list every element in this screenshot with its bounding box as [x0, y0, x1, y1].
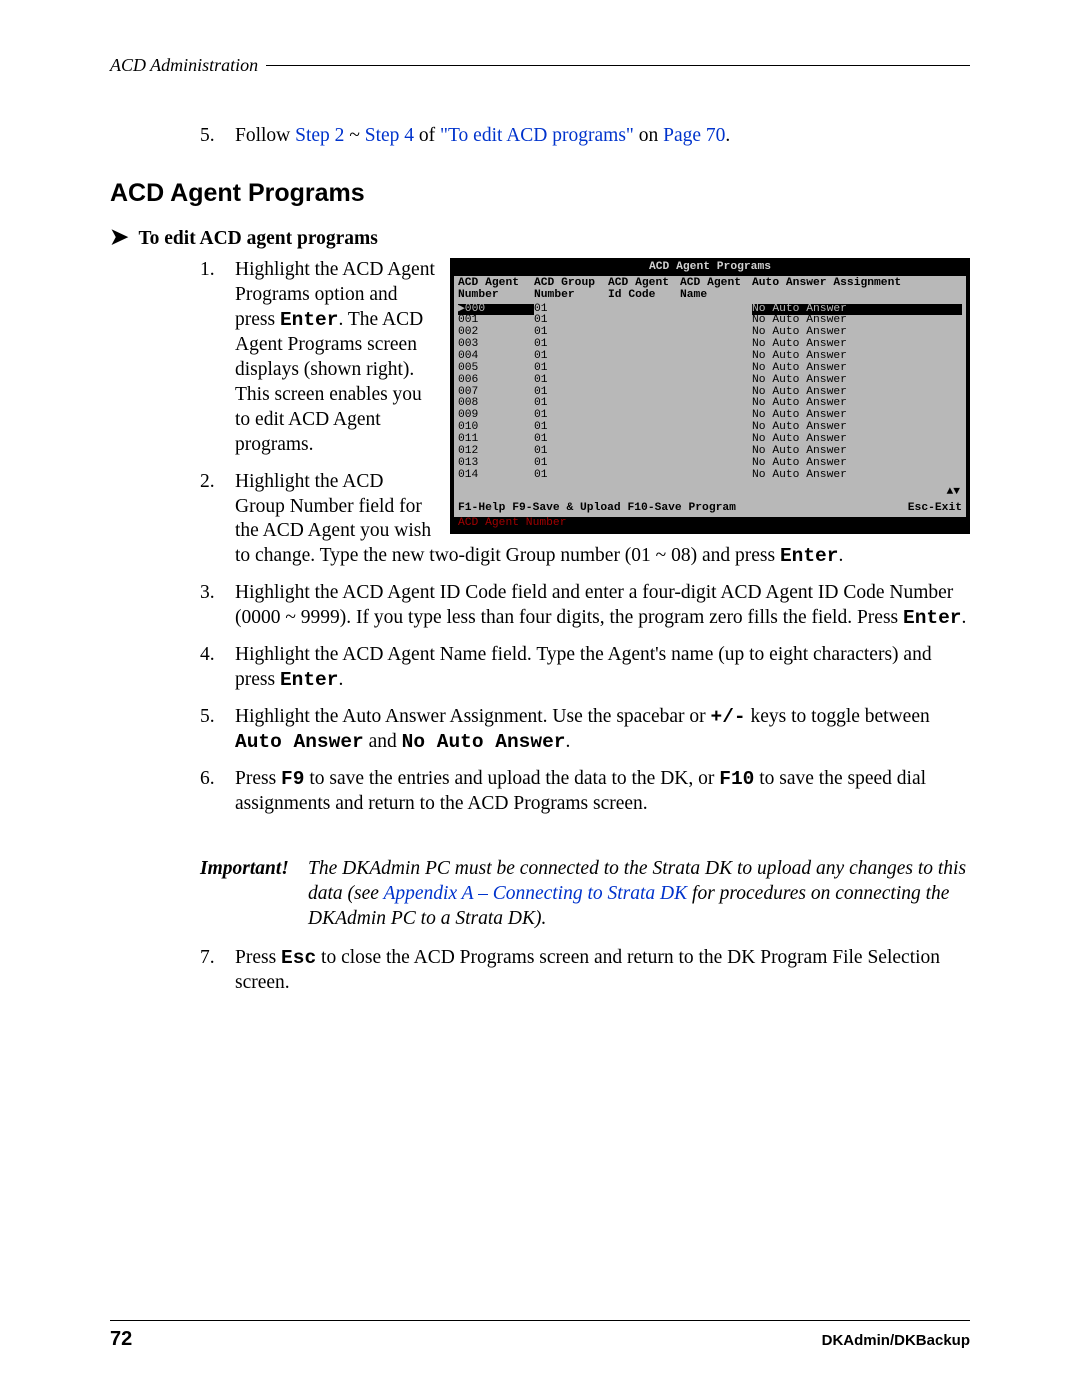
step-number: 5.: [200, 124, 215, 149]
link-page-70[interactable]: Page 70: [663, 125, 725, 146]
section-title: ACD Agent Programs: [110, 179, 970, 208]
key-esc: Esc: [281, 947, 316, 969]
cell-group-number: 01: [534, 458, 608, 470]
link-appendix-a[interactable]: Appendix A – Connecting to Strata DK: [383, 883, 687, 904]
option-no-auto-answer: No Auto Answer: [402, 731, 566, 753]
option-auto-answer: Auto Answer: [235, 731, 364, 753]
text: to save the entries and upload the data …: [304, 768, 719, 789]
key-enter: Enter: [280, 669, 339, 691]
table-row: 01301 No Auto Answer: [458, 458, 962, 470]
important-label: Important!: [200, 857, 308, 932]
step-4: 4. Highlight the ACD Agent Name field. T…: [110, 643, 970, 693]
footer-rule: [110, 1320, 970, 1321]
text: on: [634, 125, 663, 146]
key-f10: F10: [719, 768, 754, 790]
text: Highlight the ACD Agent ID Code field an…: [235, 582, 953, 628]
step-2: 2. Highlight the ACD Group Number field …: [110, 470, 970, 570]
step-number: 7.: [200, 946, 215, 971]
text: .: [338, 669, 343, 690]
procedure-steps: 1. Highlight the ACD Agent Programs opti…: [110, 258, 970, 817]
text: .: [962, 607, 967, 628]
step-5: 5. Highlight the Auto Answer Assignment.…: [110, 705, 970, 755]
link-edit-acd-programs[interactable]: "To edit ACD programs": [440, 125, 634, 146]
step-number: 4.: [200, 643, 215, 668]
intro-step-5: 5. Follow Step 2 ~ Step 4 of "To edit AC…: [110, 124, 970, 149]
key-f9: F9: [281, 768, 304, 790]
key-enter: Enter: [780, 545, 839, 567]
procedure-steps-cont: 7. Press Esc to close the ACD Programs s…: [110, 946, 970, 996]
running-header: ACD Administration: [110, 55, 970, 76]
header-rule: [266, 65, 970, 66]
running-header-text: ACD Administration: [110, 55, 258, 76]
cell-id-code: [608, 458, 680, 470]
text: Press: [235, 768, 281, 789]
step-3: 3. Highlight the ACD Agent ID Code field…: [110, 581, 970, 631]
cell-auto-answer: No Auto Answer: [752, 458, 962, 470]
link-step2[interactable]: Step 2: [295, 125, 344, 146]
link-step4[interactable]: Step 4: [365, 125, 414, 146]
key-enter: Enter: [280, 309, 339, 331]
key-plus-minus: +/-: [711, 706, 746, 728]
text: .: [565, 731, 570, 752]
page-number: 72: [110, 1328, 132, 1351]
intro-step-list: 5. Follow Step 2 ~ Step 4 of "To edit AC…: [110, 124, 970, 149]
text: to close the ACD Programs screen and ret…: [235, 947, 940, 993]
footer-right-text: DKAdmin/DKBackup: [822, 1332, 970, 1349]
text: Highlight the ACD Group Number field for…: [235, 471, 780, 567]
step-number: 1.: [200, 258, 215, 283]
text: .: [725, 125, 730, 146]
text: ~: [344, 125, 364, 146]
text: and: [364, 731, 402, 752]
step-number: 2.: [200, 470, 215, 495]
step-6: 6. Press F9 to save the entries and uplo…: [110, 767, 970, 817]
important-note: Important! The DKAdmin PC must be connec…: [110, 857, 970, 932]
text: Highlight the Auto Answer Assignment. Us…: [235, 706, 711, 727]
procedure-arrow-icon: ➤: [110, 226, 128, 248]
step-7: 7. Press Esc to close the ACD Programs s…: [110, 946, 970, 996]
step-number: 5.: [200, 705, 215, 730]
text: Follow: [235, 125, 295, 146]
step-number: 3.: [200, 581, 215, 606]
text: keys to toggle between: [746, 706, 930, 727]
cell-name: [680, 458, 752, 470]
key-enter: Enter: [903, 607, 962, 629]
text: of: [414, 125, 440, 146]
text: Press: [235, 947, 281, 968]
cell-agent-number: 013: [458, 458, 534, 470]
procedure-title-row: ➤ To edit ACD agent programs: [110, 226, 970, 250]
procedure-title: To edit ACD agent programs: [138, 228, 377, 250]
step-1: 1. Highlight the ACD Agent Programs opti…: [110, 258, 970, 458]
text: .: [838, 545, 843, 566]
step-number: 6.: [200, 767, 215, 792]
